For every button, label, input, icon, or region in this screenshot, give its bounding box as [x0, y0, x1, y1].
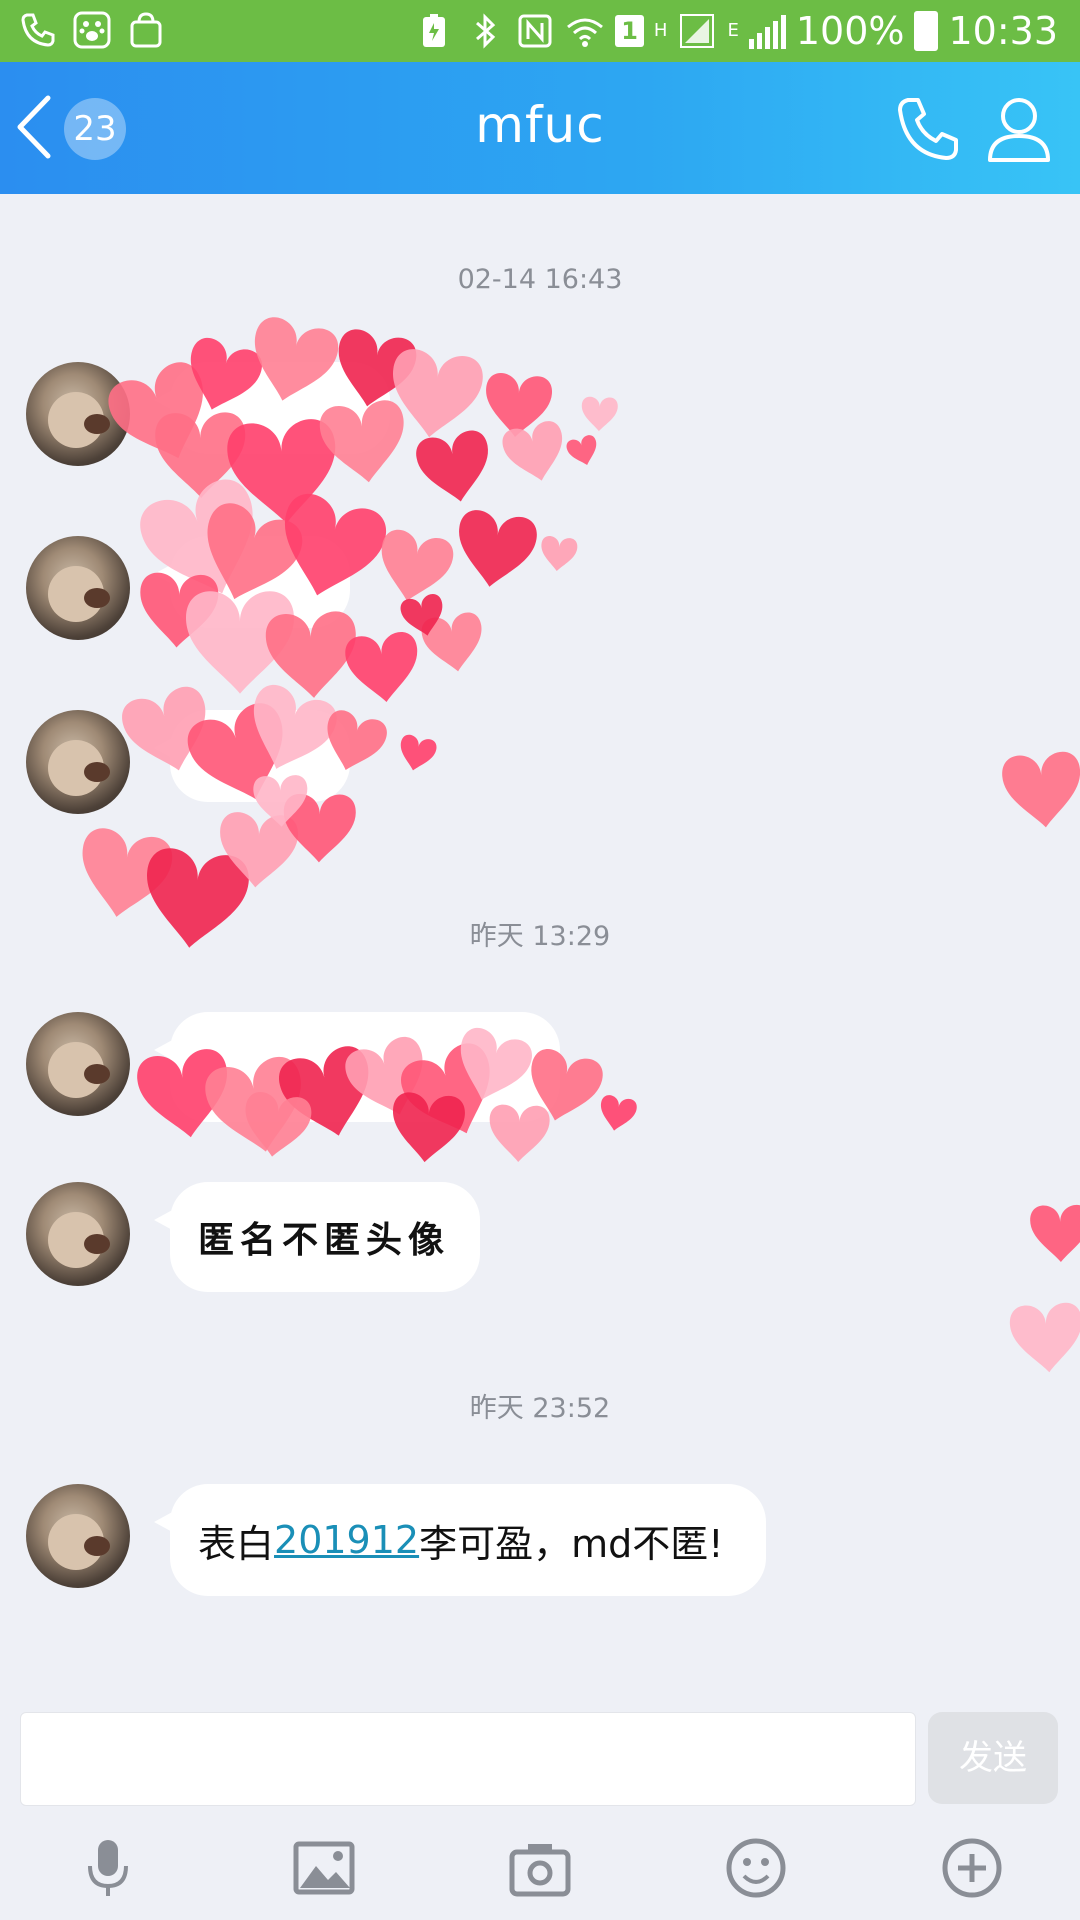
heart-icon	[371, 526, 457, 609]
status-left-icons	[18, 10, 166, 50]
profile-icon[interactable]	[984, 94, 1054, 164]
heart-icon	[384, 346, 486, 444]
timestamp: 昨天 23:52	[469, 1393, 611, 1424]
message-bubble-hidden[interactable]	[154, 1012, 560, 1122]
network-type-h: H	[653, 20, 668, 41]
heart-icon	[1029, 1204, 1080, 1263]
avatar[interactable]	[26, 710, 130, 814]
heart-icon	[1000, 750, 1080, 831]
paw-icon	[73, 11, 111, 49]
heart-icon	[419, 610, 488, 677]
bag-icon	[130, 12, 162, 48]
message-bubble[interactable]: 匿名不匿头像	[154, 1182, 480, 1292]
sim-slot-badge: 1	[615, 15, 644, 47]
avatar[interactable]	[26, 536, 130, 640]
battery-percent: 100%	[795, 9, 905, 53]
call-icon[interactable]	[894, 94, 964, 164]
wifi-icon	[567, 18, 604, 47]
heart-icon	[482, 371, 554, 440]
signal-bars-icon	[748, 13, 786, 49]
clock: 10:33	[948, 9, 1058, 53]
heart-icon	[580, 396, 619, 432]
bluetooth-icon	[476, 13, 496, 49]
message-bubble[interactable]: 表白 201912 李可盈，md不匿!	[154, 1484, 766, 1596]
chat-header: 23 mfuc	[0, 62, 1080, 194]
heart-icon	[596, 1093, 639, 1135]
message-bubble-hidden[interactable]	[154, 710, 350, 802]
timestamp: 昨天 13:29	[469, 921, 611, 952]
message-bubble-hidden[interactable]	[154, 536, 350, 628]
message-text: 匿名不匿头像	[198, 1219, 451, 1261]
plus-icon[interactable]	[940, 1836, 1004, 1900]
heart-icon	[499, 418, 571, 488]
heart-icon	[450, 507, 540, 593]
send-button[interactable]: 发送	[928, 1712, 1058, 1804]
message-text-prefix: 表白	[198, 1521, 275, 1566]
heart-icon	[395, 733, 439, 775]
emoji-icon[interactable]	[724, 1836, 788, 1900]
signal-icon	[680, 14, 715, 48]
status-right-icons: 1 H E 100% 10:33	[415, 6, 1058, 56]
nfc-icon	[518, 14, 552, 48]
heart-icon	[398, 592, 449, 640]
heart-icon	[216, 811, 300, 891]
image-icon[interactable]	[292, 1836, 356, 1900]
heart-icon	[343, 630, 423, 706]
message-input[interactable]	[20, 1712, 916, 1806]
heart-icon	[1008, 1301, 1080, 1375]
battery-saver-icon	[423, 14, 446, 47]
avatar[interactable]	[26, 1012, 130, 1116]
microphone-icon[interactable]	[76, 1836, 140, 1900]
heart-icon	[564, 433, 602, 470]
timestamp: 02-14 16:43	[457, 264, 623, 295]
phone-icon	[21, 13, 55, 47]
avatar[interactable]	[26, 362, 130, 466]
network-type-e: E	[727, 20, 739, 41]
avatar[interactable]	[26, 1484, 130, 1588]
heart-icon	[413, 428, 497, 508]
battery-icon	[914, 11, 939, 51]
message-link[interactable]: 201912	[274, 1518, 419, 1562]
heart-icon	[282, 793, 357, 864]
heart-icon	[72, 825, 176, 925]
camera-icon[interactable]	[508, 1836, 572, 1900]
avatar[interactable]	[26, 1182, 130, 1286]
message-bubble-hidden[interactable]	[154, 362, 390, 454]
message-text-suffix: 李可盈，md不匿!	[419, 1521, 724, 1566]
status-bar: 1 H E 100% 10:33	[0, 0, 1080, 62]
heart-icon	[538, 535, 579, 573]
